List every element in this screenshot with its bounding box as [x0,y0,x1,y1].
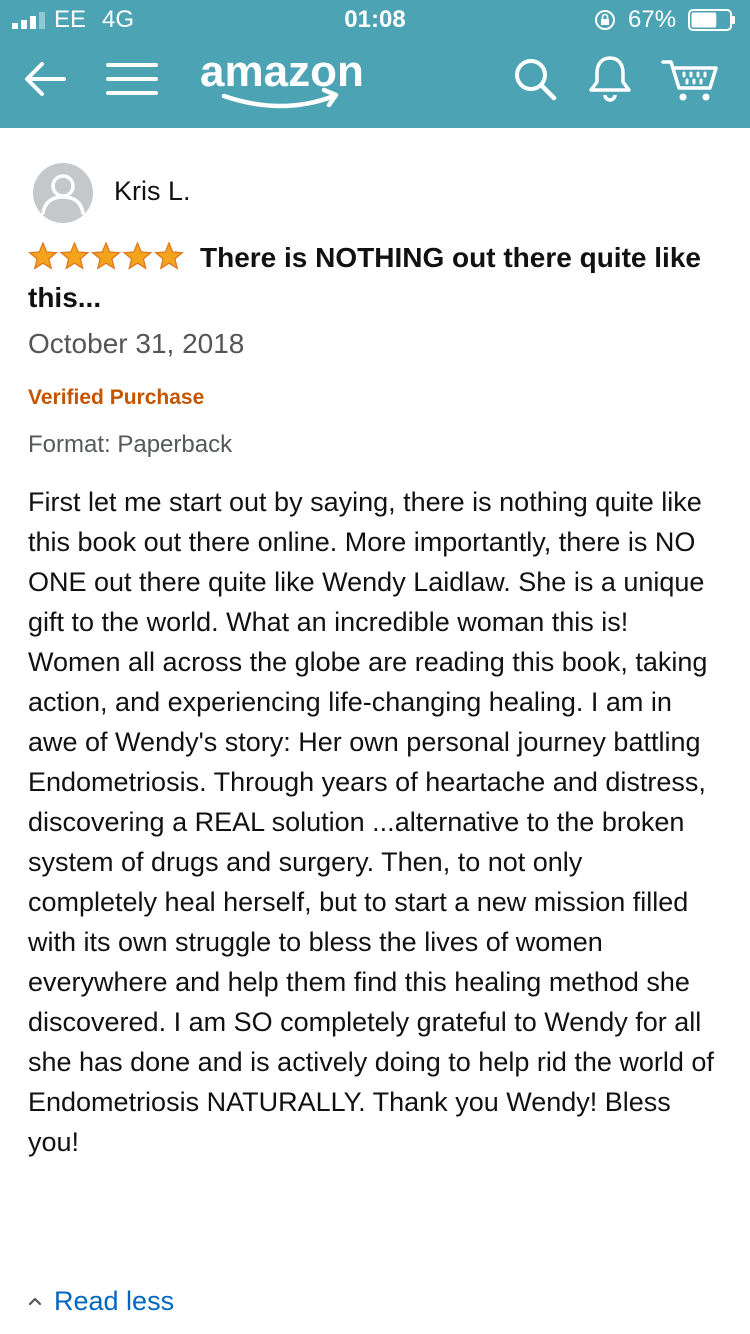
customer-review: Kris L. There is NOTHING out there quite… [0,128,750,1334]
search-icon[interactable] [510,54,560,104]
hamburger-menu-icon[interactable] [104,54,160,104]
nav-bar: amazon [0,40,750,128]
avatar[interactable] [33,163,93,223]
logo-text: amazon [200,47,364,96]
reviewer-name[interactable]: Kris L. [114,176,191,207]
status-bar: EE 4G 01:08 67% [0,0,750,40]
user-silhouette-icon [41,174,85,215]
chevron-up-icon [28,1297,42,1306]
rotation-lock-icon [595,10,615,30]
back-arrow-icon[interactable] [20,54,70,104]
amazon-logo[interactable]: amazon [196,44,374,114]
format-label[interactable]: Format: Paperback [28,431,232,459]
cart-icon[interactable] [660,54,722,104]
bell-icon[interactable] [584,52,636,104]
review-body: First let me start out by saying, there … [28,487,714,1157]
review-title: There is NOTHING out there quite like th… [28,242,701,313]
battery-icon [688,9,735,31]
verified-purchase-badge: Verified Purchase [28,386,205,409]
app-header: EE 4G 01:08 67% amazon [0,0,750,128]
read-less-label[interactable]: Read less [54,1286,174,1317]
review-date: October 31, 2018 [28,328,245,359]
battery-percent: 67% [628,6,677,33]
